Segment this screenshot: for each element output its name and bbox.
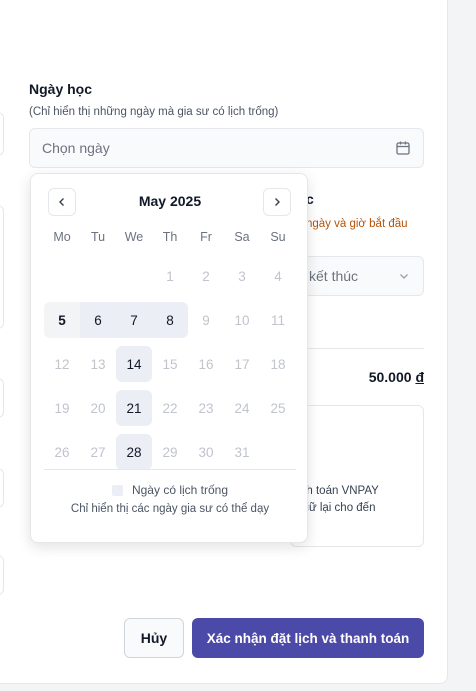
calendar-empty-cell (80, 258, 116, 294)
calendar-day-disabled: 11 (270, 312, 285, 328)
calendar-day-disabled: 27 (90, 444, 106, 460)
left-partial-field[interactable] (0, 555, 4, 595)
weekday-label: Sa (234, 230, 250, 244)
end-time-placeholder: kết thúc (309, 268, 359, 284)
calendar-day-disabled: 23 (198, 400, 214, 416)
calendar-day-disabled: 20 (90, 400, 106, 416)
payment-info-box (290, 405, 424, 547)
calendar-day-available[interactable]: 14 (116, 346, 152, 382)
calendar-divider (44, 469, 296, 470)
calendar-day-disabled: 26 (54, 444, 70, 460)
weekday-label: Fr (200, 230, 212, 244)
calendar-day-disabled: 2 (202, 268, 210, 284)
chevron-right-icon (275, 198, 280, 206)
legend-note: Chỉ hiển thị các ngày gia sư có thể dạy (70, 503, 270, 515)
calendar-days-grid: 1 2 3 4 5 6 7 8 9 10 11 12 13 14 15 16 17 18 19 20 21 22 23 24 2… (44, 254, 296, 474)
calendar-day-disabled: 22 (162, 400, 178, 416)
weekday-label: We (124, 230, 144, 244)
weekday-label: Tu (90, 230, 106, 244)
legend-swatch (111, 484, 123, 496)
calendar-day-available[interactable]: 7 (116, 302, 152, 338)
total-price: 50.000 đ (369, 369, 424, 385)
calendar-day-disabled: 3 (238, 268, 246, 284)
calendar-day-disabled: 13 (90, 356, 106, 372)
date-field-label: Ngày học (29, 81, 93, 97)
price-value: 50.000 (368, 369, 412, 385)
calendar-day-disabled: 9 (202, 312, 210, 328)
calendar-day-available[interactable]: 28 (116, 434, 152, 470)
payment-note-line: giữ lại cho đến (300, 502, 376, 514)
weekday-label: Th (162, 230, 178, 244)
calendar-day-disabled: 4 (274, 268, 282, 284)
calendar-day-disabled: 30 (198, 444, 214, 460)
payment-note-line: nh toán VNPAY (300, 485, 379, 497)
price-currency: đ (415, 369, 424, 385)
calendar-day-disabled: 18 (270, 356, 286, 372)
legend-label: Ngày có lịch trống (131, 483, 229, 497)
date-picker-input[interactable]: Chọn ngày (29, 128, 424, 168)
weekday-label: Mo (53, 230, 71, 244)
left-partial-field[interactable] (0, 468, 4, 508)
calendar-day-disabled: 19 (54, 400, 70, 416)
calendar-day-today[interactable]: 5 (44, 302, 80, 338)
calendar-day-disabled: 1 (166, 268, 174, 284)
confirm-booking-button[interactable]: Xác nhận đặt lịch và thanh toán (192, 618, 424, 658)
cancel-button[interactable]: Hủy (124, 618, 184, 658)
left-partial-textarea[interactable] (0, 205, 4, 329)
end-time-select[interactable]: kết thúc (290, 256, 424, 296)
calendar-day-disabled: 12 (54, 356, 70, 372)
date-input-placeholder: Chọn ngày (42, 140, 110, 156)
time-warning-text-partial: ngày và giờ bắt đầu (306, 218, 408, 230)
calendar-day-disabled: 10 (234, 312, 250, 328)
calendar-empty-cell (116, 258, 152, 294)
date-picker-popover: May 2025 Mo Tu We Th Fr Sa Su 1 2 3 4 5 6 7 8 9 10 11 12 1… (30, 173, 308, 543)
calendar-day-available[interactable]: 8 (152, 302, 188, 338)
weekday-label: Su (270, 230, 286, 244)
calendar-day-disabled: 31 (234, 444, 250, 460)
date-field-hint: (Chỉ hiển thị những ngày mà gia sư có lị… (29, 106, 279, 118)
calendar-day-disabled: 17 (234, 356, 250, 372)
calendar-day-disabled: 25 (270, 400, 286, 416)
payment-note: nh toán VNPAY giữ lại cho đến (300, 483, 379, 517)
calendar-legend: Ngày có lịch trống (31, 483, 309, 497)
calendar-empty-cell (44, 258, 80, 294)
next-month-button[interactable] (263, 188, 291, 216)
calendar-day-available[interactable]: 21 (116, 390, 152, 426)
summary-divider (306, 348, 424, 349)
left-partial-field[interactable] (0, 378, 4, 418)
calendar-day-disabled: 16 (198, 356, 214, 372)
chevron-down-icon (400, 274, 408, 279)
left-partial-field[interactable] (0, 112, 4, 156)
calendar-icon (396, 141, 410, 155)
calendar-day-disabled: 24 (234, 400, 250, 416)
weekday-header: Mo Tu We Th Fr Sa Su (44, 230, 296, 244)
calendar-day-disabled: 15 (162, 356, 178, 372)
calendar-day-disabled: 29 (162, 444, 178, 460)
calendar-day-available[interactable]: 6 (80, 302, 116, 338)
